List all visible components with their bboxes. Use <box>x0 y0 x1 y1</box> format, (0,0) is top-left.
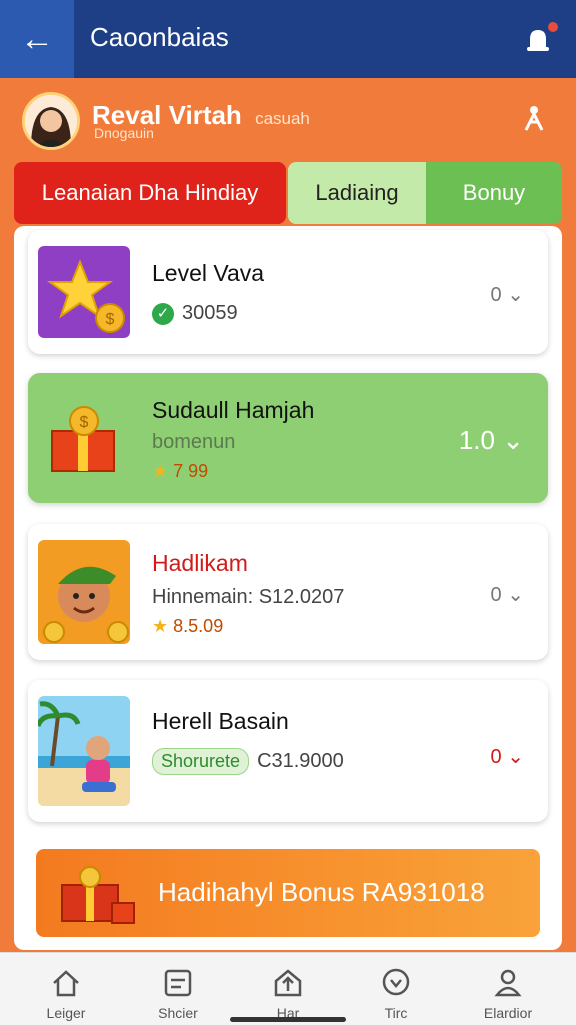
profile-tag: casuah <box>255 109 310 128</box>
svg-text:$: $ <box>106 311 115 328</box>
card-rating: 7 99 <box>173 461 209 481</box>
star-coin-thumbnail: $ <box>38 246 130 338</box>
card-rating-row: ★ 7 99 <box>152 461 208 482</box>
check-icon: ✓ <box>152 302 174 325</box>
nav-item-profile[interactable]: Elardior <box>458 953 558 1025</box>
card-right-value: 0 ⌄ <box>491 282 524 307</box>
nav-item-upload[interactable]: Har <box>238 953 338 1025</box>
back-button[interactable]: ← <box>0 0 74 78</box>
profile-header: Reval Virtah casuah <box>0 78 576 162</box>
svg-text:$: $ <box>80 414 89 431</box>
list-item[interactable]: $ Level Vava ✓ 30059 0 ⌄ <box>28 230 548 354</box>
card-rating-row: ★ 8.5.09 <box>152 616 223 637</box>
star-icon: ★ <box>152 461 169 481</box>
gift-icon <box>61 866 135 924</box>
tab-main[interactable]: Leanaian Dha Hindiay <box>14 162 286 224</box>
avatar[interactable] <box>22 92 80 150</box>
card-title: Herell Basain <box>152 708 289 734</box>
bonus-label: Hadihahyl Bonus RA931018 <box>158 877 485 907</box>
card-subtitle: bomenun <box>152 431 236 453</box>
bonus-button[interactable]: Hadihahyl Bonus RA931018 <box>36 849 540 937</box>
card-title: Sudaull Hamjah <box>152 397 315 423</box>
chevron-down-icon: ⌄ <box>502 425 524 455</box>
card-value-row: Shorurete C31.9000 <box>152 748 344 775</box>
nav-label: Shcier <box>158 1005 198 1021</box>
status-badge: Shorurete <box>152 748 250 775</box>
beach-thumbnail <box>38 696 130 806</box>
chevron-down-icon: ⌄ <box>507 746 524 768</box>
notification-dot <box>548 22 558 32</box>
card-value-row: ✓ 30059 <box>152 302 238 325</box>
list-item[interactable]: Herell Basain Shorurete C31.9000 0 ⌄ <box>28 680 548 822</box>
chevron-down-icon: ⌄ <box>507 584 524 606</box>
heart-icon <box>382 968 410 996</box>
nav-label: Elardior <box>483 1005 533 1021</box>
list-icon <box>164 969 192 997</box>
tab-ladiaing[interactable]: Ladiaing <box>288 162 426 224</box>
card-rating: 8.5.09 <box>173 616 224 636</box>
card-value: 30059 <box>182 302 238 324</box>
arrow-left-icon: ← <box>20 20 54 58</box>
tab-bonus[interactable]: Bonuy <box>426 162 562 224</box>
nav-item-home[interactable]: Leiger <box>16 953 116 1025</box>
bottom-nav: Leiger Shcier Har Tirc Elardior <box>0 952 576 1025</box>
list-item[interactable]: Hadlikam Hinnemain: S12.0207 ★ 8.5.09 0 … <box>28 524 548 660</box>
home-icon <box>53 970 79 997</box>
chevron-down-icon: ⌄ <box>507 284 524 306</box>
card-right-text: 1.0 <box>458 425 495 455</box>
card-right-value: 0 ⌄ <box>491 744 524 769</box>
nav-label: Tirc <box>384 1005 408 1021</box>
top-bar: ← Caoonbaias <box>0 0 576 78</box>
user-icon <box>494 969 522 997</box>
card-right-text: 0 <box>490 284 502 306</box>
card-right-value: 1.0 ⌄ <box>459 425 524 456</box>
pin-icon[interactable] <box>522 104 546 134</box>
card-right-text: 0 <box>490 584 502 606</box>
character-thumbnail <box>38 540 130 644</box>
profile-subtitle: Dnogauin <box>94 125 154 141</box>
card-right-value: 0 ⌄ <box>491 582 524 607</box>
list-item[interactable]: $ Sudaull Hamjah bomenun ★ 7 99 1.0 ⌄ <box>28 373 548 503</box>
card-right-text: 0 <box>490 746 502 768</box>
card-subtitle: Hinnemain: S12.0207 <box>152 586 345 608</box>
nav-item-list[interactable]: Shcier <box>128 953 228 1025</box>
card-title: Hadlikam <box>152 550 248 576</box>
card-value: C31.9000 <box>257 750 344 772</box>
nav-label: Leiger <box>46 1005 86 1021</box>
star-icon: ★ <box>152 616 169 636</box>
upload-icon <box>274 969 302 997</box>
page-title: Caoonbaias <box>90 22 229 52</box>
nav-item-favorites[interactable]: Tirc <box>346 953 446 1025</box>
card-title: Level Vava <box>152 260 265 286</box>
home-indicator <box>230 1017 346 1022</box>
tab-bar: Leanaian Dha Hindiay Ladiaing Bonuy <box>14 162 562 224</box>
gift-chest-icon: $ <box>38 391 130 483</box>
